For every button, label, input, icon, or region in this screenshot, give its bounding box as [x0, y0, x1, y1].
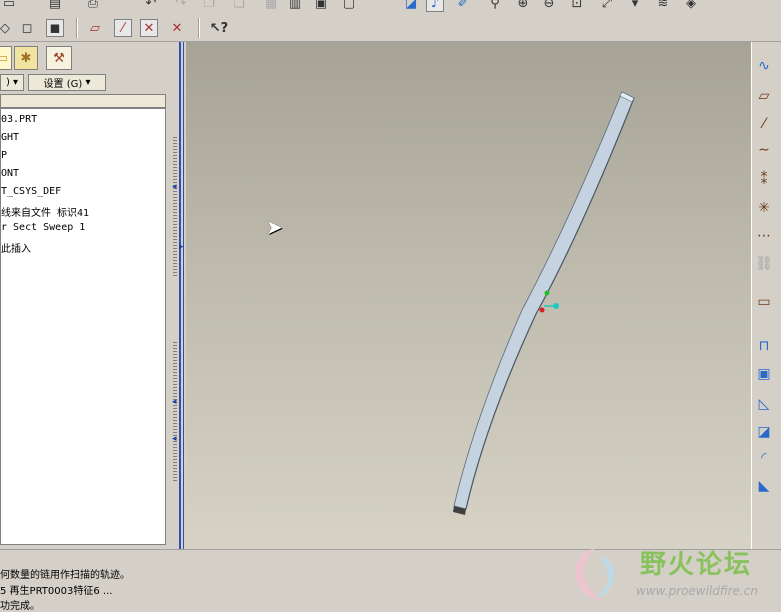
csys-display-icon[interactable]: ✕ [168, 19, 186, 37]
folder-icon[interactable]: ▭ [0, 0, 18, 12]
shading-icon[interactable]: ◼ [46, 19, 64, 37]
zoom-in-icon[interactable]: ⊕ [514, 0, 532, 12]
navigator-tabs: ▭ ✱ ⚒ [0, 42, 178, 72]
collapse-arrow-icon[interactable]: ▸ [179, 242, 184, 252]
message-line: 何数量的链用作扫描的轨迹。 [0, 570, 130, 581]
sash-line [179, 42, 181, 549]
sash-grip [173, 342, 177, 482]
reorient-icon[interactable]: ⤢ [598, 0, 616, 12]
sash-grip [173, 137, 177, 277]
chamfer-icon[interactable]: ◣ [753, 476, 775, 496]
csys-x-marker [553, 303, 559, 309]
blend-icon[interactable]: ◪ [753, 422, 775, 442]
tree-header [0, 94, 166, 108]
tree-item-front[interactable]: ONT [1, 168, 19, 179]
tree-item-right[interactable]: GHT [1, 132, 19, 143]
sash-line [183, 42, 184, 549]
message-line: 5 再生PRT0003特征6 ... [0, 586, 113, 597]
window-icon[interactable]: ▢ [340, 0, 358, 12]
panel-sash[interactable]: ◂ ▸ ◂ ◂ [170, 42, 186, 549]
csys-origin-marker [539, 307, 545, 313]
tree-item-part[interactable]: 03.PRT [1, 114, 37, 125]
revolve-icon[interactable]: ▣ [753, 364, 775, 384]
tree-item-sweep[interactable]: r Sect Sweep 1 [1, 222, 85, 233]
watermark: 野火论坛 www.proewildfire.cn [566, 540, 781, 608]
round-icon[interactable]: ◜ [753, 448, 775, 468]
layers-icon[interactable]: ≋ [654, 0, 672, 12]
insert-here-icon[interactable]: ▭ [753, 292, 775, 312]
watermark-title: 野火论坛 [640, 550, 753, 580]
sweep-body [453, 91, 635, 510]
view-manager-icon[interactable]: ▣ [312, 0, 330, 12]
tree-item-insert-here[interactable]: 此插入 [1, 240, 31, 255]
save-icon[interactable]: ▤ [46, 0, 64, 12]
collapse-arrow-icon[interactable]: ◂ [172, 182, 177, 192]
sweep-icon[interactable]: ◺ [753, 394, 775, 414]
sweep-model [453, 91, 635, 515]
copy-icon[interactable]: ❐ [200, 0, 218, 12]
display-toolbar: ◇ ◻ ◼ ▱ ⁄ ✕ ✕ ↖? [0, 14, 781, 42]
refit-icon[interactable]: ⊡ [568, 0, 586, 12]
paste-icon[interactable]: ❏ [230, 0, 248, 12]
csys-y-marker [544, 290, 550, 296]
spin-center-icon[interactable]: ♪ [426, 0, 444, 12]
orient-icon[interactable]: ✐ [454, 0, 472, 12]
sweep-edge [465, 97, 635, 510]
message-line: 功完成。 [0, 601, 40, 612]
tree-icon[interactable]: ▥ [286, 0, 304, 12]
tree-item-top[interactable]: P [1, 150, 7, 161]
collapse-arrow-icon[interactable]: ◂ [172, 434, 177, 444]
folder-browser-tab-icon[interactable]: ✱ [14, 46, 38, 70]
graphics-viewport[interactable]: ➤ [186, 42, 751, 549]
datum-plane-display-icon[interactable]: ▱ [86, 19, 104, 37]
toolbar-separator [198, 18, 200, 38]
watermark-url: www.proewildfire.cn [636, 584, 758, 598]
appearance-icon[interactable]: ◈ [682, 0, 700, 12]
saved-views-icon[interactable]: ▾ [626, 0, 644, 12]
help-cursor-icon[interactable]: ↖? [210, 19, 228, 37]
settings-menu-label: 设置 (G) [43, 79, 83, 90]
analysis-icon[interactable]: ⋯ [753, 226, 775, 246]
show-menu-button[interactable]: ) ▾ [0, 74, 24, 91]
zoom-out-icon[interactable]: ⊖ [540, 0, 558, 12]
model-tree-panel[interactable]: 03.PRT GHT P ONT T_CSYS_DEF 线来自文件 标识41 r… [0, 108, 166, 545]
mouse-cursor-icon: ➤ [266, 215, 283, 239]
print-icon[interactable]: ⎙ [84, 0, 102, 12]
datum-axis-icon[interactable]: ⁄ [753, 114, 775, 134]
tree-item-curve[interactable]: 线来自文件 标识41 [1, 204, 89, 219]
toolbar-separator [76, 18, 78, 38]
main-toolbar: ▭ ▤ ⎙ ↶ ↷ ❐ ❏ ▦ ▥ ▣ ▢ ◪ ♪ ✐ ⚲ ⊕ ⊖ ⊡ ⤢ ▾ … [0, 0, 781, 14]
csys-icon[interactable]: ✳ [753, 198, 775, 218]
favorites-tab-icon[interactable]: ⚒ [46, 46, 72, 70]
hidden-line-icon[interactable]: ◻ [18, 19, 36, 37]
undo-icon[interactable]: ↶ [142, 0, 160, 12]
collapse-arrow-icon[interactable]: ◂ [172, 397, 177, 407]
model-tree-tab-icon[interactable]: ▭ [0, 46, 12, 70]
sketch-icon[interactable]: ∿ [753, 56, 775, 76]
regen-icon[interactable]: ▦ [262, 0, 280, 12]
datum-plane-icon[interactable]: ▱ [753, 86, 775, 106]
zoom-icon[interactable]: ⚲ [486, 0, 504, 12]
tree-item-csys[interactable]: T_CSYS_DEF [1, 186, 61, 197]
datum-point-icon[interactable]: ⁑ [753, 170, 775, 190]
wireframe-icon[interactable]: ◇ [0, 19, 14, 37]
redo-icon[interactable]: ↷ [172, 0, 190, 12]
show-menu-label: ) [5, 77, 10, 88]
shade-icon[interactable]: ◪ [402, 0, 420, 12]
settings-menu-button[interactable]: 设置 (G) ▾ [28, 74, 106, 91]
watermark-logo-icon [575, 548, 614, 600]
datum-axis-display-icon[interactable]: ⁄ [114, 19, 132, 37]
extrude-icon[interactable]: ⊓ [753, 336, 775, 356]
datum-point-display-icon[interactable]: ✕ [140, 19, 158, 37]
chain-icon[interactable]: ⛓ [753, 254, 775, 274]
datum-curve-icon[interactable]: ∼ [753, 140, 775, 160]
